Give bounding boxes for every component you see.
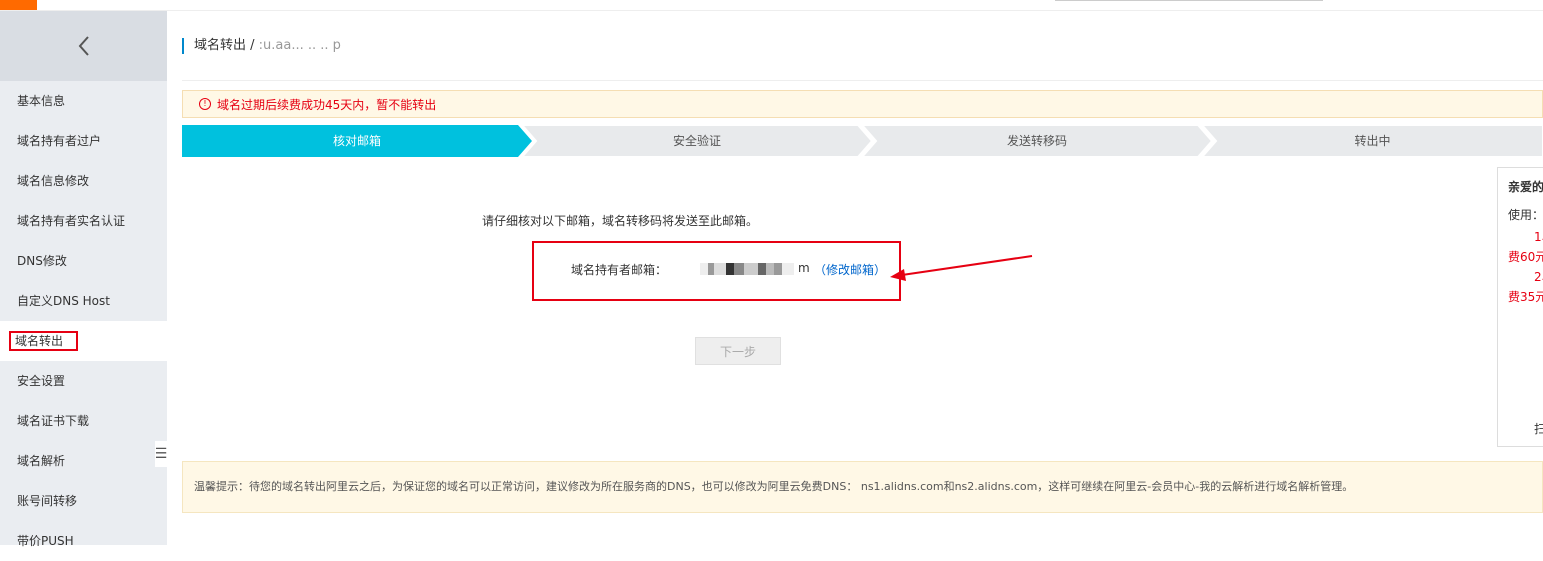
panel-title: 亲爱的 <box>1508 180 1543 194</box>
sidebar-item-info-modify[interactable]: 域名信息修改 <box>0 161 167 201</box>
sidebar-item-security-settings[interactable]: 安全设置 <box>0 361 167 401</box>
back-button[interactable] <box>0 11 167 81</box>
panel-line-3: 2、 <box>1534 270 1543 284</box>
divider <box>182 80 1543 81</box>
step-send-transfer-code: 发送转移码 <box>862 125 1212 157</box>
sidebar: 基本信息 域名持有者过户 域名信息修改 域名持有者实名认证 DNS修改 自定义D… <box>0 11 167 548</box>
step-verify-email: 核对邮箱 <box>182 125 532 157</box>
email-highlight-box: 域名持有者邮箱： m （修改邮箱） <box>532 241 901 301</box>
breadcrumb-title: 域名转出 / <box>194 38 259 53</box>
warning-icon: ! <box>199 98 211 110</box>
sidebar-item-custom-dns-host[interactable]: 自定义DNS Host <box>0 281 167 321</box>
step-security-verify: 安全验证 <box>522 125 872 157</box>
email-label: 域名持有者邮箱： <box>571 263 668 277</box>
tip-banner: 温馨提示：待您的域名转出阿里云之后，为保证您的域名可以正常访问，建议修改为所在服… <box>182 461 1543 513</box>
alert-banner: ! 域名过期后续费成功45天内，暂不能转出 <box>182 90 1543 118</box>
step-transferring: 转出中 <box>1202 125 1543 157</box>
masked-email <box>700 262 794 275</box>
panel-use-label: 使用： <box>1508 208 1543 222</box>
panel-line-4: 费35元 <box>1508 290 1543 304</box>
right-info-panel: 亲爱的 使用： 1、 费60元 2、 费35元 扫 <box>1497 167 1543 447</box>
next-step-button[interactable]: 下一步 <box>695 337 781 365</box>
sidebar-item-cert-download[interactable]: 域名证书下载 <box>0 401 167 441</box>
alert-text: 域名过期后续费成功45天内，暂不能转出 <box>217 97 437 112</box>
top-bar <box>0 0 1543 11</box>
panel-scan-label: 扫 <box>1534 422 1543 436</box>
sidebar-item-owner-transfer[interactable]: 域名持有者过户 <box>0 121 167 161</box>
step-progress: 核对邮箱 安全验证 发送转移码 转出中 <box>182 125 1543 157</box>
sidebar-item-domain-transfer-out[interactable]: 域名转出 <box>0 321 167 361</box>
breadcrumb-domain: :u.aa... .. .. p <box>258 38 341 53</box>
top-search-input[interactable] <box>1055 0 1323 1</box>
sidebar-item-price-push[interactable]: 带价PUSH <box>0 521 167 561</box>
instruction-text: 请仔细核对以下邮箱，域名转移码将发送至此邮箱。 <box>482 214 759 228</box>
sidebar-menu: 基本信息 域名持有者过户 域名信息修改 域名持有者实名认证 DNS修改 自定义D… <box>0 81 167 561</box>
sidebar-item-account-transfer[interactable]: 账号间转移 <box>0 481 167 521</box>
edit-email-link[interactable]: （修改邮箱） <box>814 261 886 278</box>
panel-line-1: 1、 <box>1534 230 1543 244</box>
main-content: 域名转出 / :u.aa... .. .. p ! 域名过期后续费成功45天内，… <box>182 11 1543 545</box>
breadcrumb: 域名转出 / :u.aa... .. .. p <box>182 38 341 54</box>
sidebar-item-dns-resolve[interactable]: 域名解析 <box>0 441 167 481</box>
sidebar-item-dns-modify[interactable]: DNS修改 <box>0 241 167 281</box>
sidebar-item-realname-auth[interactable]: 域名持有者实名认证 <box>0 201 167 241</box>
email-value: m <box>700 261 810 275</box>
panel-line-2: 费60元 <box>1508 250 1543 264</box>
arrow-annotation-icon <box>890 255 1033 281</box>
chevron-left-icon <box>78 36 89 56</box>
collapse-icon[interactable]: ☰ <box>155 441 167 467</box>
sidebar-item-basic-info[interactable]: 基本信息 <box>0 81 167 121</box>
verify-email-section: 请仔细核对以下邮箱，域名转移码将发送至此邮箱。 域名持有者邮箱： m （修改邮箱… <box>182 161 1497 441</box>
brand-logo[interactable] <box>0 0 37 10</box>
